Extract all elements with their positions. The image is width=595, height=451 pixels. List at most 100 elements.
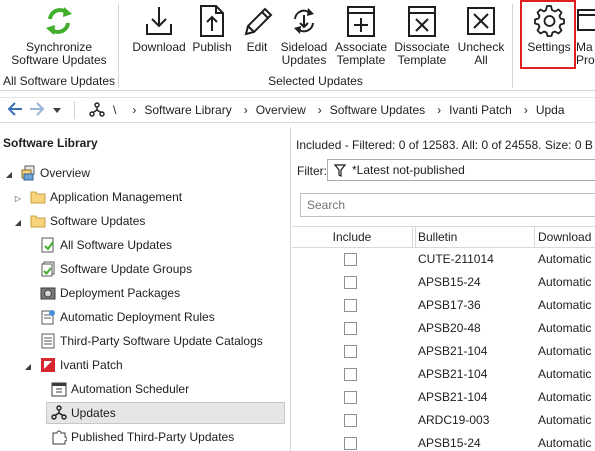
breadcrumb-overview[interactable]: Overview (256, 97, 306, 123)
table-row[interactable]: APSB21-104 Automatic (292, 363, 595, 386)
uncheck-all-button[interactable]: Uncheck All (455, 0, 507, 70)
breadcrumb-separator: › (523, 103, 528, 117)
breadcrumb-root[interactable]: \ (113, 97, 116, 123)
deployment-rule-icon (40, 309, 56, 325)
tree-item-overview[interactable]: Overview (20, 162, 90, 184)
tree-item-ivanti-patch[interactable]: Ivanti Patch (40, 354, 123, 376)
tree-item-updates[interactable]: Updates (46, 402, 285, 424)
breadcrumb-updates[interactable]: Upda (536, 97, 565, 123)
navigation-pane-title: Software Library (3, 136, 98, 150)
overview-icon (20, 165, 36, 181)
column-header-download[interactable]: Download (535, 227, 595, 248)
bulletin-cell: CUTE-211014 (418, 252, 494, 266)
bulletin-cell: APSB21-104 (418, 367, 488, 381)
forward-arrow-icon (29, 101, 45, 119)
group-label-all-software-updates: All Software Updates (2, 74, 116, 88)
download-cell: Automatic (538, 275, 592, 289)
include-checkbox[interactable] (344, 391, 357, 404)
filter-value: *Latest not-published (352, 163, 465, 177)
download-cell: Automatic (538, 413, 592, 427)
synchronize-label-2: Software Updates (11, 53, 107, 67)
tree-item-automation-scheduler[interactable]: Automation Scheduler (51, 378, 189, 400)
publish-button[interactable]: Publish (189, 0, 235, 70)
table-row[interactable]: APSB20-48 Automatic (292, 317, 595, 340)
sideload-label-2: Updates (281, 53, 327, 67)
search-input[interactable] (300, 193, 595, 217)
settings-button[interactable]: Settings (522, 0, 576, 70)
table-row[interactable]: APSB21-104 Automatic (292, 386, 595, 409)
include-checkbox[interactable] (344, 414, 357, 427)
tree-item-label: Published Third-Party Updates (71, 430, 235, 444)
filter-dropdown[interactable]: *Latest not-published (327, 159, 595, 181)
tree-item-label: Deployment Packages (60, 286, 181, 300)
table-row[interactable]: APSB21-104 Automatic (292, 340, 595, 363)
tree-item-deployment-packages[interactable]: Deployment Packages (40, 282, 180, 304)
tree-item-published-third-party-updates[interactable]: Published Third-Party Updates (51, 426, 234, 448)
updates-node-icon (51, 405, 67, 421)
download-cell: Automatic (538, 252, 592, 266)
include-checkbox[interactable] (344, 437, 357, 450)
publish-label: Publish (192, 40, 232, 54)
folder-icon (30, 189, 46, 205)
table-row[interactable]: APSB17-36 Automatic (292, 294, 595, 317)
tree-item-software-update-groups[interactable]: Software Update Groups (40, 258, 192, 280)
download-cell: Automatic (538, 436, 592, 450)
tree-item-all-software-updates[interactable]: All Software Updates (40, 234, 172, 256)
table-row[interactable]: CUTE-211014 Automatic (292, 248, 595, 271)
ribbon-group-separator (512, 4, 513, 88)
column-header-include[interactable]: Include (292, 227, 413, 248)
tree-item-label: Ivanti Patch (60, 358, 123, 372)
collapse-arrow-icon[interactable]: ◢ (23, 361, 33, 371)
group-label-selected-updates: Selected Updates (268, 74, 363, 88)
collapse-arrow-icon[interactable]: ◢ (13, 217, 23, 227)
include-checkbox[interactable] (344, 322, 357, 335)
include-checkbox[interactable] (344, 299, 357, 312)
breadcrumb-software-library[interactable]: Software Library (144, 97, 231, 123)
window-icon (576, 1, 595, 41)
associate-template-button[interactable]: Associate Template (333, 0, 389, 70)
include-checkbox[interactable] (344, 253, 357, 266)
download-button[interactable]: Download (130, 0, 188, 70)
dissociate-template-button[interactable]: Dissociate Template (393, 0, 451, 70)
uncheck-label-2: All (474, 53, 488, 67)
include-checkbox[interactable] (344, 368, 357, 381)
status-summary: Included - Filtered: 0 of 12583. All: 0 … (296, 138, 593, 152)
breadcrumb-software-updates[interactable]: Software Updates (330, 97, 425, 123)
expand-arrow-icon[interactable]: ▷ (13, 193, 23, 203)
uncheck-box-icon (461, 1, 501, 41)
synchronize-software-updates-button[interactable]: Synchronize Software Updates (6, 0, 112, 70)
gear-icon (529, 1, 569, 41)
breadcrumb-separator: › (132, 103, 137, 117)
tree-item-application-management[interactable]: Application Management (30, 186, 182, 208)
tree-item-automatic-deployment-rules[interactable]: Automatic Deployment Rules (40, 306, 215, 328)
sideload-updates-button[interactable]: Sideload Updates (278, 0, 330, 70)
calendar-icon (51, 381, 67, 397)
table-row[interactable]: APSB15-24 Automatic (292, 432, 595, 451)
dissociate-template-icon (402, 1, 442, 41)
deployment-package-icon (40, 285, 56, 301)
tree-item-label: Software Updates (50, 214, 146, 228)
download-cell: Automatic (538, 321, 592, 335)
manage-products-button[interactable]: Ma Pro (576, 0, 595, 70)
history-dropdown-button[interactable] (48, 99, 66, 121)
include-checkbox[interactable] (344, 345, 357, 358)
edit-button[interactable]: Edit (238, 0, 276, 70)
table-row[interactable]: APSB15-24 Automatic (292, 271, 595, 294)
folder-open-icon (30, 213, 46, 229)
column-header-bulletin[interactable]: Bulletin (416, 227, 535, 248)
tree-item-software-updates[interactable]: Software Updates (30, 210, 145, 232)
filter-label: Filter: (297, 164, 327, 178)
chevron-down-icon (53, 103, 61, 117)
forward-button[interactable] (26, 99, 48, 121)
back-button[interactable] (4, 99, 26, 121)
tree-item-third-party-catalogs[interactable]: Third-Party Software Update Catalogs (40, 330, 263, 352)
table-row[interactable]: ARDC19-003 Automatic (292, 409, 595, 432)
dissociate-label-2: Template (397, 53, 447, 67)
associate-label-2: Template (336, 53, 386, 67)
updates-pane: Included - Filtered: 0 of 12583. All: 0 … (292, 127, 595, 451)
include-checkbox[interactable] (344, 276, 357, 289)
bulletin-cell: APSB21-104 (418, 390, 488, 404)
collapse-arrow-icon[interactable]: ◢ (4, 169, 14, 179)
address-bar: \ › Software Library › Overview › Softwa… (0, 97, 595, 123)
breadcrumb-ivanti-patch[interactable]: Ivanti Patch (449, 97, 512, 123)
